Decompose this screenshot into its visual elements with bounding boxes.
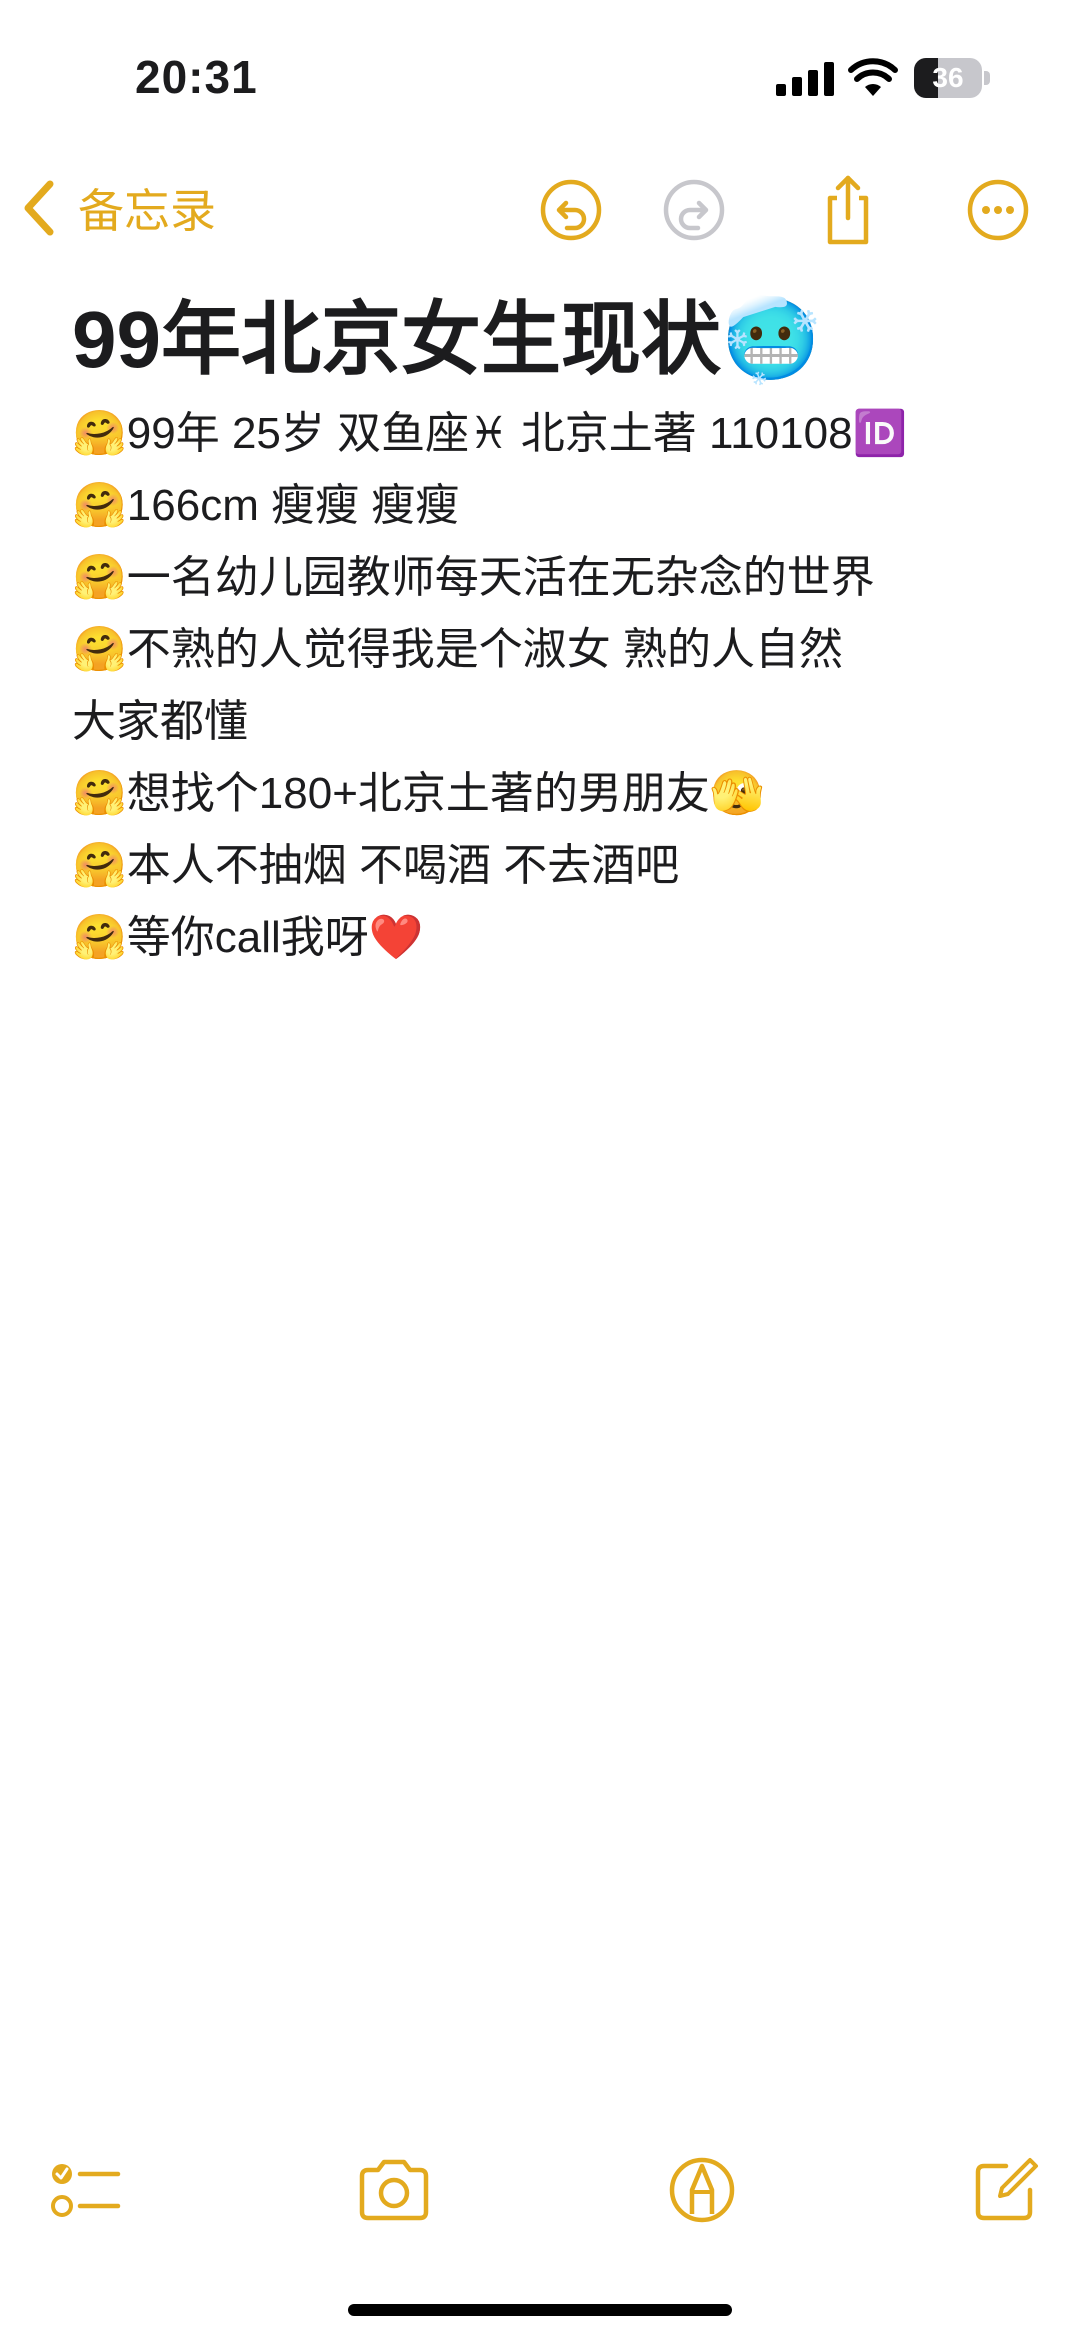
share-button[interactable]: [810, 172, 886, 248]
checklist-button[interactable]: [46, 2150, 126, 2230]
note-line[interactable]: 🤗一名幼儿园教师每天活在无杂念的世界: [72, 542, 1032, 614]
battery-cap: [984, 71, 990, 85]
share-icon: [827, 175, 869, 245]
markup-button[interactable]: [662, 2150, 742, 2230]
checklist-icon: [51, 2164, 121, 2217]
note-line[interactable]: 🤗99年 25岁 双鱼座♓ 北京土著 110108🆔: [72, 398, 1032, 470]
note-line[interactable]: 🤗166cm 瘦瘦 瘦瘦: [72, 470, 1032, 542]
cellular-signal-icon: [776, 62, 834, 96]
battery-icon: 36: [914, 58, 990, 98]
note-line[interactable]: 🤗本人不抽烟 不喝酒 不去酒吧: [72, 830, 1032, 902]
status-bar: 20:31 36: [0, 0, 1080, 150]
battery-body: 36: [914, 58, 982, 98]
chevron-left-icon: [24, 180, 54, 236]
markup-icon: [669, 2157, 735, 2223]
note-line[interactable]: 🤗等你call我呀❤️: [72, 902, 1032, 974]
undo-icon: [540, 179, 602, 241]
undo-button[interactable]: [533, 172, 609, 248]
note-body[interactable]: 99年北京女生现状🥶 🤗99年 25岁 双鱼座♓ 北京土著 110108🆔 🤗1…: [72, 290, 1032, 974]
wifi-icon: [848, 58, 898, 96]
status-time: 20:31: [135, 51, 258, 103]
note-line[interactable]: 🤗想找个180+北京土著的男朋友🫣: [72, 758, 1032, 830]
note-line[interactable]: 🤗不熟的人觉得我是个淑女 熟的人自然: [72, 614, 1032, 686]
back-button[interactable]: 备忘录: [20, 172, 216, 244]
camera-icon: [359, 2159, 429, 2221]
more-icon: [967, 179, 1029, 241]
redo-button[interactable]: [656, 172, 732, 248]
battery-percentage: 36: [932, 62, 964, 93]
note-line[interactable]: 大家都懂: [72, 686, 1032, 758]
bottom-toolbar: [0, 2140, 1080, 2250]
camera-button[interactable]: [354, 2150, 434, 2230]
navigation-bar: 备忘录: [0, 160, 1080, 260]
more-button[interactable]: [960, 172, 1036, 248]
compose-button[interactable]: [966, 2150, 1046, 2230]
compose-icon: [975, 2158, 1038, 2221]
redo-icon: [663, 179, 725, 241]
back-label: 备忘录: [78, 185, 216, 237]
home-indicator[interactable]: [348, 2304, 732, 2316]
note-title[interactable]: 99年北京女生现状🥶: [72, 290, 1032, 390]
